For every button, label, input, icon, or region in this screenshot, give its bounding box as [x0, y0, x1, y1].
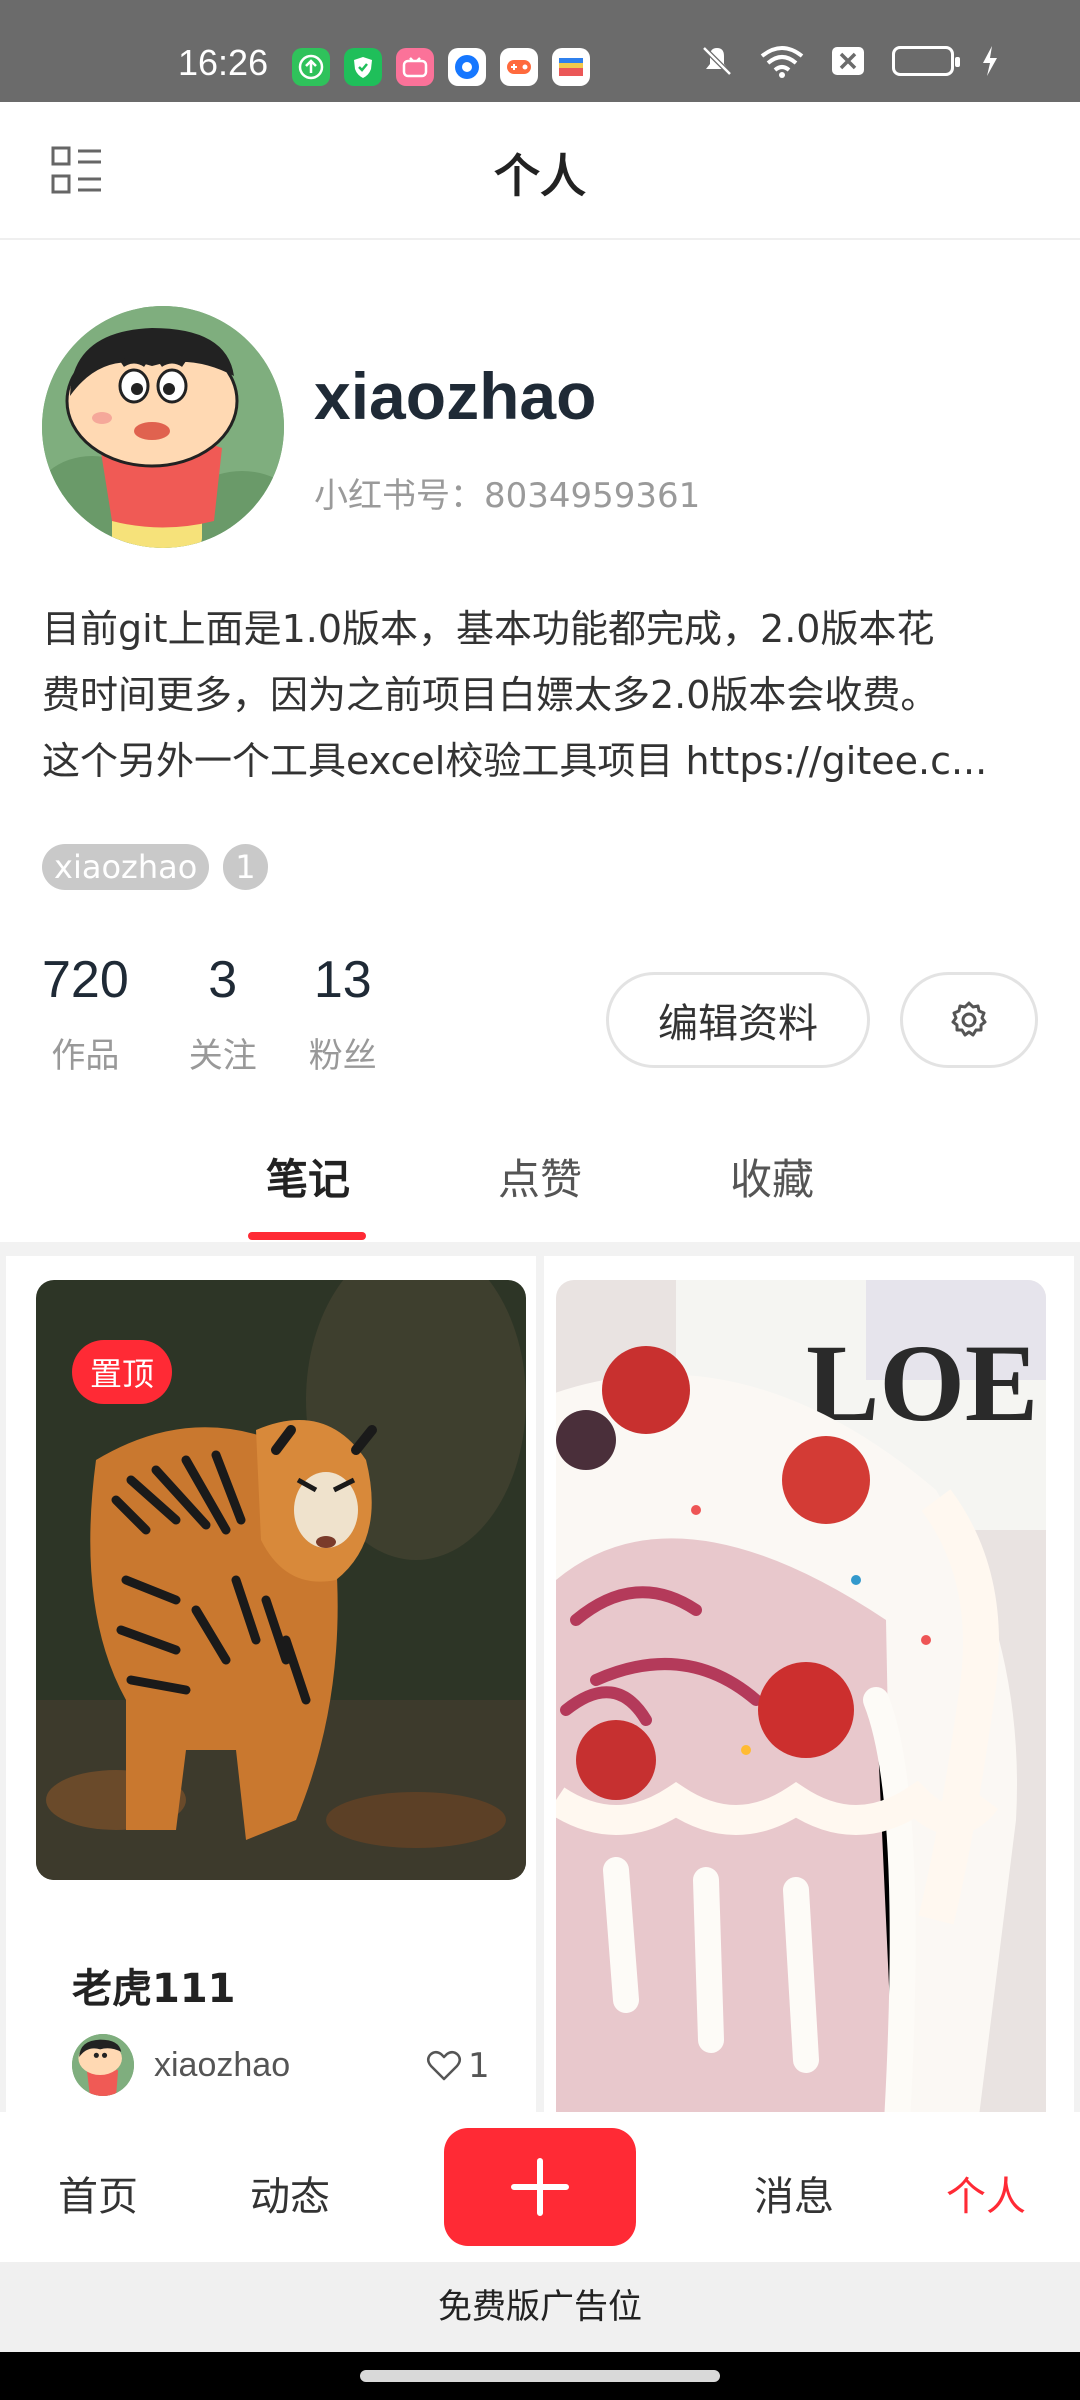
profile-avatar[interactable] [42, 306, 284, 548]
tab-notes[interactable]: 笔记 [266, 1146, 350, 1207]
bilibili-app-icon [396, 48, 434, 86]
gear-icon [951, 1001, 987, 1037]
stat-following[interactable]: 3 关注 [189, 950, 257, 1077]
note-card[interactable]: 置顶 老虎111 xiaozhao 1 [6, 1256, 536, 2112]
profile-username: xiaozhao [314, 359, 597, 433]
status-bar: 16:26 [0, 0, 1080, 102]
note-card[interactable]: LOE [544, 1256, 1074, 2112]
stat-label: 关注 [188, 1036, 257, 1076]
gesture-bar [0, 2352, 1080, 2400]
battery-icon [892, 46, 960, 76]
tab-indicator [248, 1232, 366, 1240]
profile-tag[interactable]: 1 [223, 844, 268, 890]
bio-line: 费时间更多，因为之前项目白嫖太多2.0版本会收费。 [42, 673, 939, 717]
stat-label: 粉丝 [308, 1036, 377, 1076]
bio-line: 这个另外一个工具excel校验工具项目 https://gitee.c... [42, 739, 988, 783]
status-time: 16:26 [178, 42, 269, 83]
profile-stats: 720 作品 3 关注 13 粉丝 [42, 950, 437, 1077]
note-author[interactable]: xiaozhao [72, 2034, 290, 2096]
top-header: 个人 [0, 102, 1080, 240]
mute-icon [702, 46, 732, 76]
like-button[interactable]: 1 [426, 2046, 490, 2086]
content-tabs: 笔记 点赞 收藏 [0, 1130, 1080, 1242]
nav-feed[interactable]: 动态 [250, 2164, 330, 2222]
ad-banner[interactable]: 免费版广告位 [0, 2262, 1080, 2352]
page-title: 个人 [494, 149, 586, 203]
status-app-icons [292, 48, 590, 86]
nav-home[interactable]: 首页 [58, 2164, 138, 2222]
publish-button[interactable] [444, 2128, 636, 2246]
shield-app-icon [344, 48, 382, 86]
plus-icon [511, 2158, 569, 2216]
bottom-nav: 首页 动态 消息 个人 [0, 2112, 1080, 2262]
note-image-cake: LOE [556, 1280, 1046, 2112]
stat-value: 720 [42, 951, 129, 1009]
tab-favorites[interactable]: 收藏 [730, 1146, 814, 1207]
charging-icon [983, 46, 997, 76]
gesture-handle[interactable] [360, 2370, 720, 2382]
upload-app-icon [292, 48, 330, 86]
wallet-app-icon [552, 48, 590, 86]
nav-messages[interactable]: 消息 [754, 2164, 834, 2222]
author-avatar [72, 2034, 134, 2096]
nav-profile[interactable]: 个人 [946, 2164, 1026, 2222]
settings-button[interactable] [900, 972, 1038, 1068]
author-name: xiaozhao [154, 2045, 291, 2084]
profile-tags: xiaozhao 1 [42, 844, 268, 890]
stat-label: 作品 [51, 1036, 120, 1076]
tab-likes[interactable]: 点赞 [498, 1146, 582, 1207]
stat-works[interactable]: 720 作品 [42, 950, 129, 1077]
stat-followers[interactable]: 13 粉丝 [309, 950, 377, 1077]
sim-off-icon [832, 47, 864, 75]
note-title: 老虎111 [72, 1966, 236, 2012]
status-indicators [700, 44, 1000, 78]
profile-id: 小红书号：8034959361 [314, 476, 701, 516]
wifi-icon [760, 46, 804, 78]
edit-profile-button[interactable]: 编辑资料 [606, 972, 870, 1068]
pinned-badge: 置顶 [72, 1340, 173, 1404]
notes-feed[interactable]: 置顶 老虎111 xiaozhao 1 LOE [0, 1242, 1080, 2112]
bio-line: 目前git上面是1.0版本，基本功能都完成，2.0版本花 [42, 607, 935, 651]
profile-tag[interactable]: xiaozhao [42, 844, 210, 890]
heart-icon [427, 2051, 461, 2081]
profile-bio[interactable]: 目前git上面是1.0版本，基本功能都完成，2.0版本花 费时间更多，因为之前项… [42, 596, 1042, 794]
stat-value: 13 [313, 951, 372, 1009]
game-app-icon [500, 48, 538, 86]
like-count: 1 [468, 2046, 490, 2086]
circle-app-icon [448, 48, 486, 86]
stat-value: 3 [208, 951, 238, 1009]
